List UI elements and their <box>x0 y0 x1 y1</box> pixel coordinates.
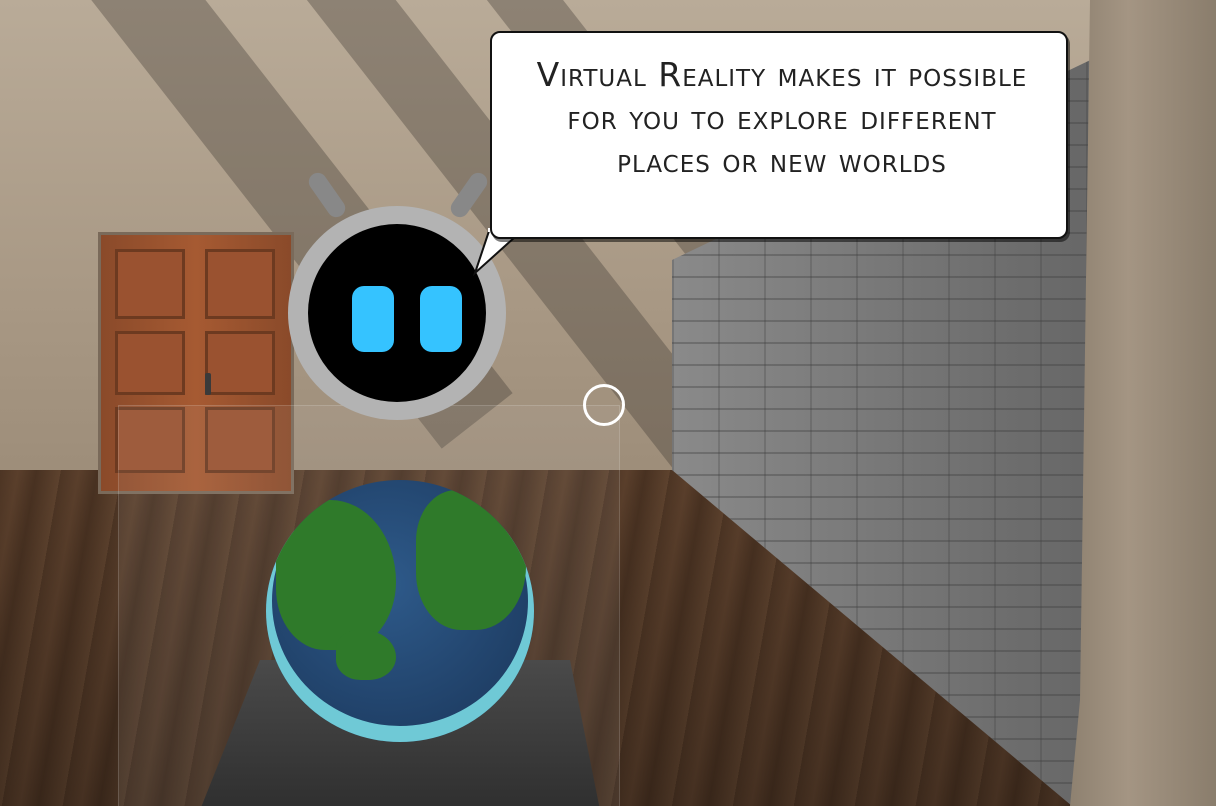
gaze-reticle-icon <box>583 384 625 426</box>
wall-pillar <box>1070 0 1216 806</box>
robot-face <box>308 224 486 402</box>
dialogue-text: Virtual Reality makes it possible for yo… <box>536 55 1028 180</box>
globe-icon[interactable] <box>266 480 534 742</box>
door-panel <box>115 331 185 395</box>
globe-landmass <box>336 630 396 680</box>
door-panel <box>115 249 185 319</box>
robot-eye-left <box>352 286 394 352</box>
speech-bubble: Virtual Reality makes it possible for yo… <box>490 31 1068 239</box>
door-panel <box>205 331 275 395</box>
globe-landmass <box>276 500 396 650</box>
robot-eye-right <box>420 286 462 352</box>
door-handle <box>205 373 211 395</box>
door-panel <box>205 249 275 319</box>
vr-scene-viewport[interactable]: Virtual Reality makes it possible for yo… <box>0 0 1216 806</box>
